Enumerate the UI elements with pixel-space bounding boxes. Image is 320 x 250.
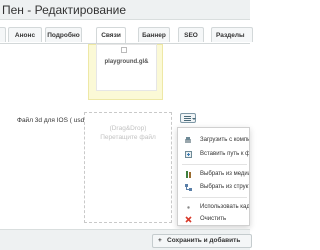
menu-icon <box>184 116 191 121</box>
menu-item-structure[interactable]: Выбрать из структуры <box>178 181 249 193</box>
menu-separator <box>182 164 247 165</box>
tab-bar: Анонс Подробно Связи Баннер SEO Разделы <box>0 27 253 44</box>
menu-item-clear[interactable]: Очистить <box>178 213 249 225</box>
chevron-down-icon <box>192 118 196 120</box>
menu-item-label: Использовать кадрирование <box>200 204 250 210</box>
save-and-add-button[interactable]: + Сохранить и добавить <box>152 234 252 248</box>
tab-banner[interactable]: Баннер <box>138 27 170 42</box>
media-library-icon <box>185 171 192 178</box>
tab-sections[interactable]: Разделы <box>211 27 253 42</box>
crop-icon <box>185 204 192 211</box>
tab-announce[interactable]: Анонс <box>8 27 42 42</box>
menu-item-label: Очистить <box>200 216 227 222</box>
menu-item-label: Выбрать из медиабиблиотеки <box>200 171 249 177</box>
tab-links[interactable]: Связи <box>96 27 126 44</box>
menu-item-label: Выбрать из структуры <box>200 184 249 190</box>
menu-item-media-library[interactable]: Выбрать из медиабиблиотеки <box>178 168 249 180</box>
ios-file-label: Файл 3d для IOS ( usdz): <box>17 117 92 124</box>
title-bar: Пен - Редактирование <box>0 0 250 20</box>
menu-item-label: Загрузить с компьютера <box>200 137 250 143</box>
menu-item-label: Вставить путь к файлу <box>200 151 250 157</box>
save-and-add-label: Сохранить и добавить <box>167 237 241 244</box>
file-menu-button[interactable] <box>180 113 196 123</box>
upload-icon <box>185 137 192 144</box>
file-preview-card: playground.gl& <box>88 44 163 100</box>
preview-checkbox[interactable] <box>121 47 127 53</box>
structure-icon <box>185 184 192 191</box>
menu-separator <box>182 197 247 198</box>
tab-details[interactable]: Подробно <box>45 27 82 42</box>
tab-hidden[interactable] <box>0 27 6 42</box>
menu-item-upload[interactable]: Загрузить с компьютера <box>178 134 249 146</box>
path-icon <box>185 151 192 158</box>
bottom-toolbar: + Сохранить и добавить <box>0 229 252 250</box>
clear-icon <box>185 216 192 223</box>
tab-seo[interactable]: SEO <box>178 27 204 42</box>
preview-file-name: playground.gl& <box>104 59 149 65</box>
dropzone-hint-dragdrop: (Drag&Drop) <box>109 125 147 132</box>
window-title: Пен - Редактирование <box>2 3 127 17</box>
menu-item-use-crop[interactable]: Использовать кадрирование <box>178 201 249 213</box>
file-dropzone[interactable]: (Drag&Drop) Перетащите файл <box>84 112 172 223</box>
file-actions-dropdown: Загрузить с компьютера Вставить путь к ф… <box>177 127 250 226</box>
plus-icon: + <box>158 237 162 244</box>
menu-item-insert-path[interactable]: Вставить путь к файлу <box>178 148 249 160</box>
dropzone-hint-text: Перетащите файл <box>100 134 156 141</box>
file-preview: playground.gl& <box>96 44 157 91</box>
